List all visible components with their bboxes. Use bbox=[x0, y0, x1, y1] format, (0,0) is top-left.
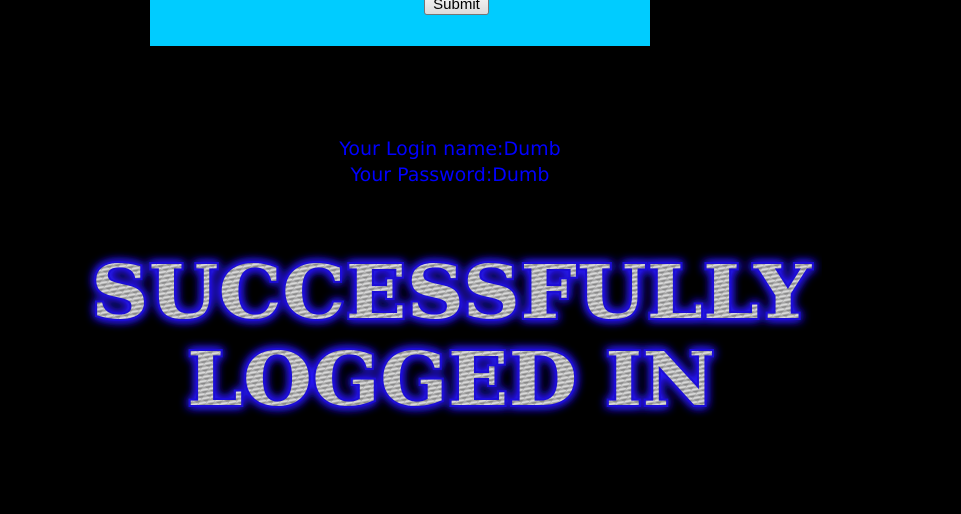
success-banner-image: SUCCESSFULLY LOGGED IN bbox=[80, 248, 822, 425]
success-banner-svg: SUCCESSFULLY LOGGED IN bbox=[89, 248, 814, 425]
login-password-text: Your Password:Dumb bbox=[350, 164, 550, 186]
login-form-panel: Submit bbox=[150, 0, 650, 46]
login-name-text: Your Login name:Dumb bbox=[339, 138, 561, 160]
banner-line-2: LOGGED IN bbox=[187, 337, 715, 418]
banner-line-1: SUCCESSFULLY bbox=[91, 250, 812, 336]
login-info: Your Login name:Dumb Your Password:Dumb bbox=[250, 136, 650, 188]
submit-button[interactable]: Submit bbox=[424, 0, 489, 15]
